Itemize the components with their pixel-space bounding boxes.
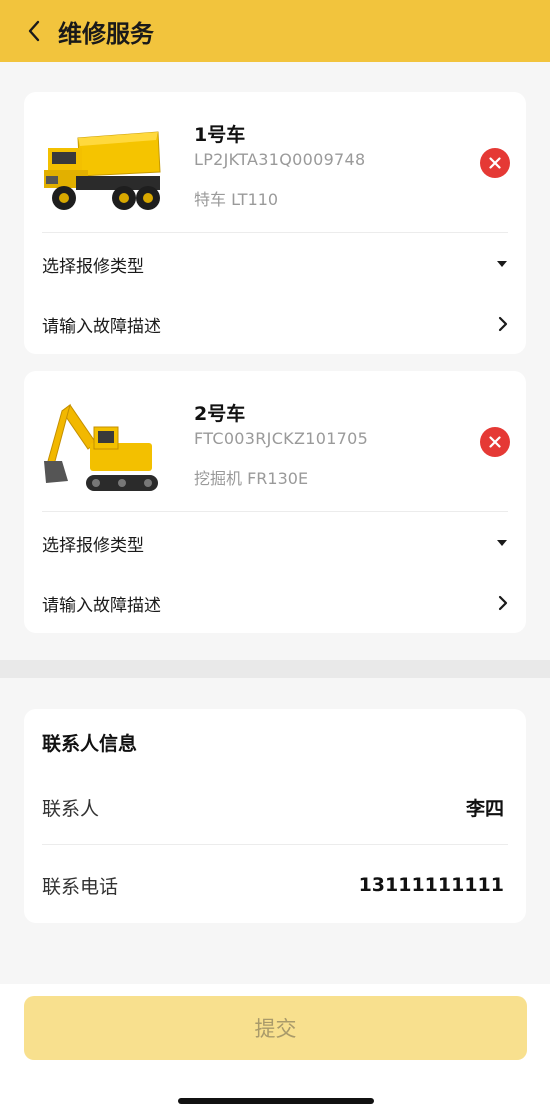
- back-button[interactable]: [22, 16, 46, 46]
- repair-type-placeholder: 选择报修类型: [42, 256, 144, 277]
- home-indicator: [178, 1098, 374, 1104]
- chevron-right-icon: [498, 316, 508, 332]
- close-icon: [489, 157, 501, 169]
- fault-description-field[interactable]: 请输入故障描述: [42, 300, 508, 348]
- footer: 提交: [0, 984, 550, 1114]
- page-title: 维修服务: [58, 19, 154, 48]
- vehicle-list: 1号车 LP2JKTA31Q0009748 特车 LT110 选择报修类型 请输…: [0, 62, 550, 660]
- divider: [42, 511, 508, 512]
- caret-down-icon: [497, 261, 507, 267]
- vehicle-name: 2号车: [194, 403, 246, 425]
- repair-type-select[interactable]: 选择报修类型: [42, 240, 508, 288]
- contact-section: 联系人信息 联系人 李四 联系电话 13111111111: [0, 678, 550, 984]
- excavator-icon: [44, 403, 158, 491]
- chevron-left-icon: [28, 20, 40, 42]
- remove-vehicle-button[interactable]: [480, 427, 510, 457]
- contact-person-value: 李四: [465, 797, 504, 820]
- contact-card: 联系人信息 联系人 李四 联系电话 13111111111: [24, 709, 526, 923]
- chevron-right-icon: [498, 595, 508, 611]
- vehicle-name: 1号车: [194, 124, 246, 146]
- close-icon: [489, 436, 501, 448]
- contact-person-row[interactable]: 联系人 李四: [42, 791, 504, 823]
- contact-phone-label: 联系电话: [42, 875, 119, 898]
- header-bar: 维修服务: [0, 0, 550, 62]
- contact-phone-value: 13111111111: [358, 874, 504, 896]
- submit-button[interactable]: 提交: [24, 996, 527, 1060]
- vehicle-card: 1号车 LP2JKTA31Q0009748 特车 LT110 选择报修类型 请输…: [24, 92, 526, 354]
- divider: [42, 844, 508, 845]
- repair-type-placeholder: 选择报修类型: [42, 535, 144, 556]
- repair-type-select[interactable]: 选择报修类型: [42, 519, 508, 567]
- vehicle-card: 2号车 FTC003RJCKZ101705 挖掘机 FR130E 选择报修类型 …: [24, 371, 526, 633]
- section-divider: [0, 660, 550, 678]
- vehicle-model: 特车 LT110: [194, 190, 279, 209]
- contact-phone-row[interactable]: 联系电话 13111111111: [42, 869, 504, 901]
- vehicle-vin: FTC003RJCKZ101705: [194, 429, 369, 448]
- fault-description-field[interactable]: 请输入故障描述: [42, 579, 508, 627]
- remove-vehicle-button[interactable]: [480, 148, 510, 178]
- contact-person-label: 联系人: [42, 797, 100, 820]
- divider: [42, 232, 508, 233]
- dump-truck-icon: [44, 131, 161, 210]
- fault-description-placeholder: 请输入故障描述: [42, 595, 161, 616]
- vehicle-vin: LP2JKTA31Q0009748: [194, 150, 366, 169]
- contact-title: 联系人信息: [42, 733, 138, 755]
- fault-description-placeholder: 请输入故障描述: [42, 316, 161, 337]
- caret-down-icon: [497, 540, 507, 546]
- vehicle-model: 挖掘机 FR130E: [194, 469, 309, 488]
